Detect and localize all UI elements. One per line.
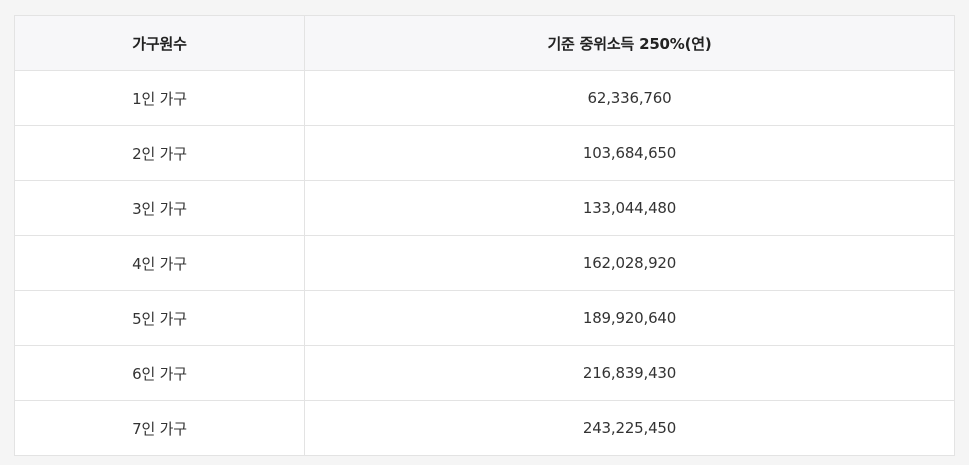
income-cell: 216,839,430 bbox=[304, 345, 955, 401]
table-row: 4인 가구 162,028,920 bbox=[14, 235, 955, 291]
header-household-size: 가구원수 bbox=[14, 15, 305, 71]
household-size-cell: 5인 가구 bbox=[14, 290, 305, 346]
household-size-cell: 4인 가구 bbox=[14, 235, 305, 291]
household-size-cell: 6인 가구 bbox=[14, 345, 305, 401]
table-header: 가구원수 기준 중위소득 250%(연) bbox=[14, 15, 955, 71]
income-cell: 162,028,920 bbox=[304, 235, 955, 291]
table-row: 7인 가구 243,225,450 bbox=[14, 400, 955, 456]
household-size-cell: 7인 가구 bbox=[14, 400, 305, 456]
table-body: 1인 가구 62,336,760 2인 가구 103,684,650 3인 가구… bbox=[14, 70, 955, 456]
table-row: 3인 가구 133,044,480 bbox=[14, 180, 955, 236]
header-income-250: 기준 중위소득 250%(연) bbox=[304, 15, 955, 71]
header-row: 가구원수 기준 중위소득 250%(연) bbox=[14, 15, 955, 71]
income-cell: 243,225,450 bbox=[304, 400, 955, 456]
income-table-container: 가구원수 기준 중위소득 250%(연) 1인 가구 62,336,760 2인… bbox=[14, 15, 955, 456]
income-cell: 62,336,760 bbox=[304, 70, 955, 126]
table-row: 2인 가구 103,684,650 bbox=[14, 125, 955, 181]
table-row: 6인 가구 216,839,430 bbox=[14, 345, 955, 401]
income-cell: 189,920,640 bbox=[304, 290, 955, 346]
income-cell: 133,044,480 bbox=[304, 180, 955, 236]
household-size-cell: 3인 가구 bbox=[14, 180, 305, 236]
table-row: 1인 가구 62,336,760 bbox=[14, 70, 955, 126]
income-cell: 103,684,650 bbox=[304, 125, 955, 181]
household-size-cell: 1인 가구 bbox=[14, 70, 305, 126]
table-row: 5인 가구 189,920,640 bbox=[14, 290, 955, 346]
household-size-cell: 2인 가구 bbox=[14, 125, 305, 181]
median-income-table: 가구원수 기준 중위소득 250%(연) 1인 가구 62,336,760 2인… bbox=[14, 15, 955, 456]
